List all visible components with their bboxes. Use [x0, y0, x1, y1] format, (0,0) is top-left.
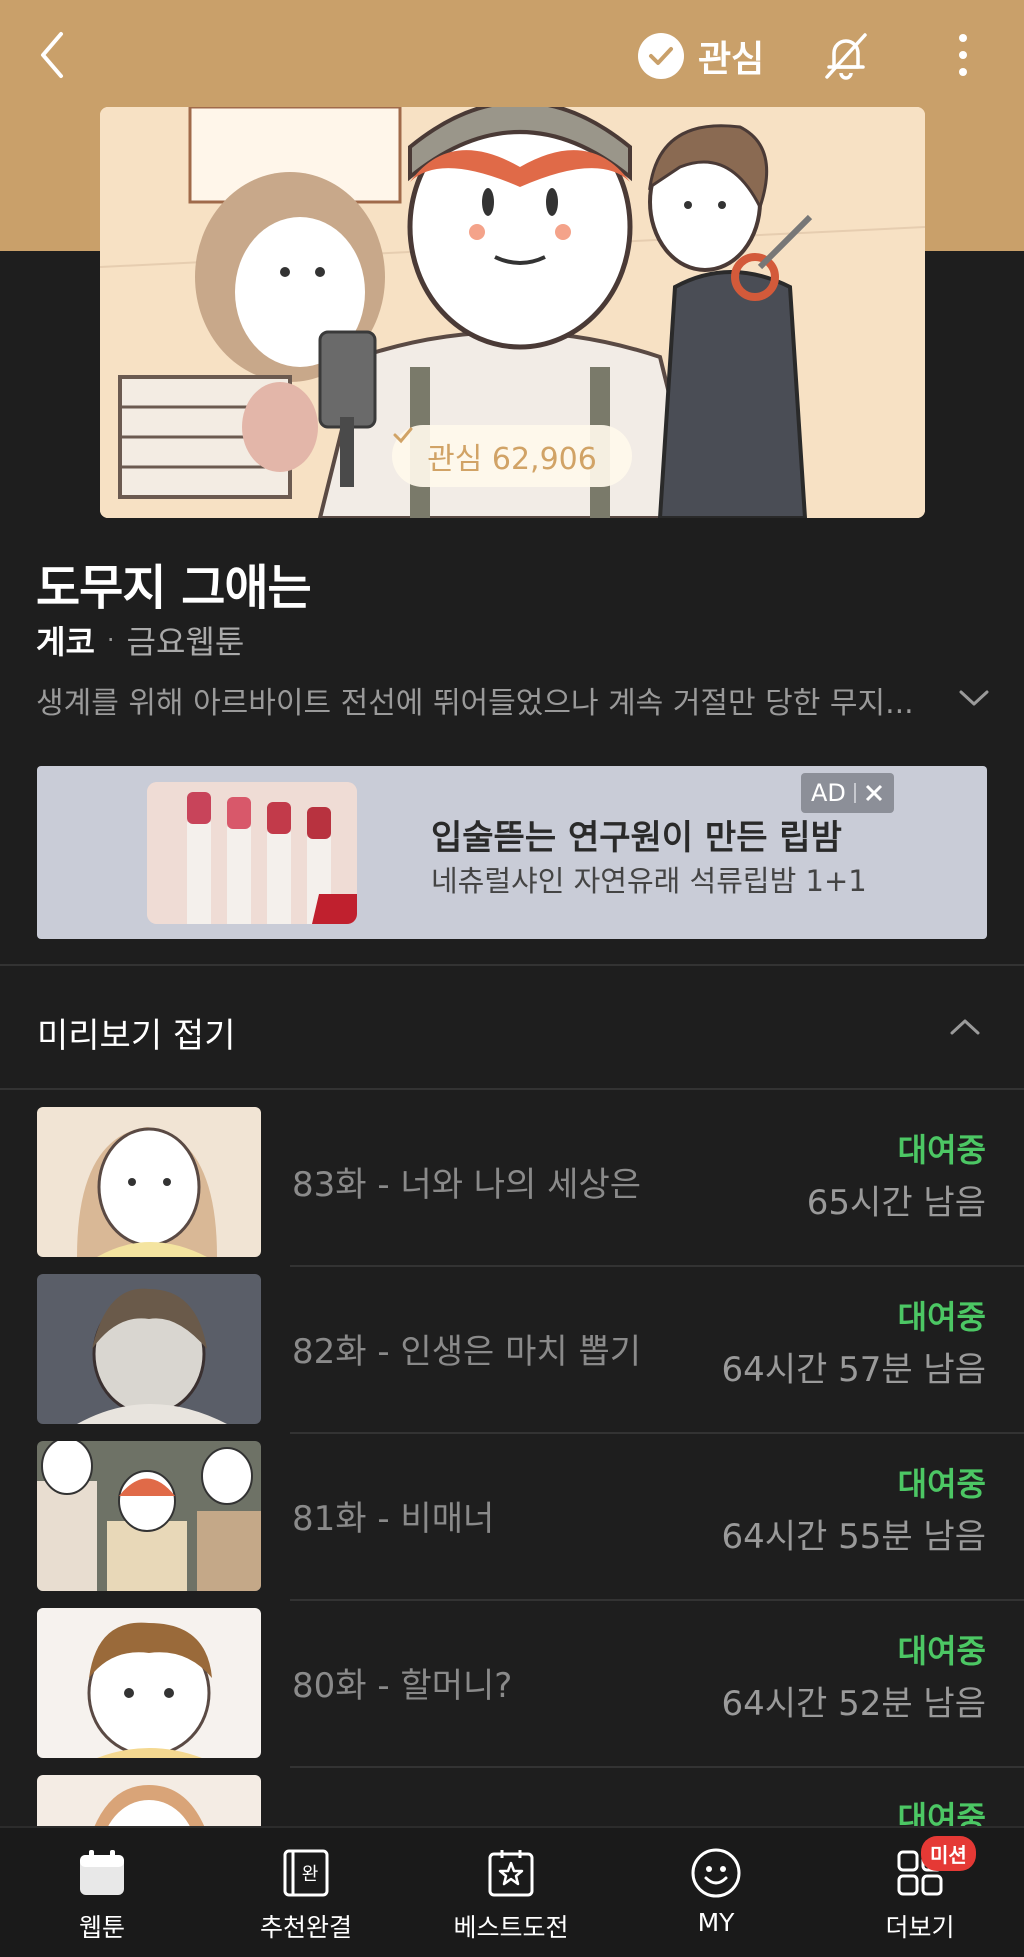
episode-row[interactable]: 80화 - 할머니? 대여중 64시간 52분 남음	[0, 1608, 1024, 1768]
more-options-button[interactable]	[948, 26, 978, 84]
ad-close-tag[interactable]: AD	[801, 773, 894, 813]
webtoon-title: 도무지 그애는	[36, 560, 312, 616]
back-button[interactable]	[30, 28, 74, 82]
synopsis-expand-button[interactable]	[952, 676, 996, 720]
nav-label: 추천완결	[259, 1913, 352, 1942]
separator	[853, 783, 856, 803]
favorite-button[interactable]: 관심	[638, 30, 764, 82]
book-complete-icon: 완	[279, 1846, 333, 1900]
cover-image: 관심 62,906	[100, 107, 925, 518]
more-dot-icon	[959, 51, 967, 59]
row-divider	[290, 1599, 1024, 1601]
episode-row[interactable]: 83화 - 너와 나의 세상은 대여중 65시간 남음	[0, 1107, 1024, 1267]
row-divider	[290, 1432, 1024, 1434]
row-divider	[290, 1265, 1024, 1267]
synopsis[interactable]: 생계를 위해 아르바이트 전선에 뛰어들었으나 계속 거절만 당한 무지...	[36, 678, 936, 722]
more-dot-icon	[959, 68, 967, 76]
preview-collapse-label[interactable]: 미리보기 접기	[37, 1008, 236, 1057]
episode-title: 81화 - 비매너	[292, 1499, 495, 1539]
preview-collapse-button[interactable]	[942, 1004, 988, 1050]
time-remaining: 64시간 52분 남음	[721, 1684, 986, 1724]
rental-status: 대여중	[897, 1632, 986, 1670]
ad-subtext: 네츄럴샤인 자연유래 석류립밤 1+1	[431, 864, 867, 898]
more-dot-icon	[959, 34, 967, 42]
calendar-icon	[75, 1846, 129, 1900]
chevron-up-icon	[950, 1019, 980, 1035]
episode-row[interactable]: 82화 - 인생은 마치 뽑기 대여중 64시간 57분 남음	[0, 1274, 1024, 1434]
favorite-label: 관심	[698, 39, 765, 80]
author-link[interactable]: 게코	[36, 617, 95, 663]
nav-label: 더보기	[885, 1913, 955, 1942]
ad-banner[interactable]: 입술뜯는 연구원이 만든 립밤 네츄럴샤인 자연유래 석류립밤 1+1 AD	[37, 766, 987, 939]
star-book-icon	[484, 1846, 538, 1900]
ad-label: AD	[811, 779, 846, 807]
mission-badge: 미션	[921, 1836, 976, 1871]
episode-title: 82화 - 인생은 마치 뽑기	[292, 1332, 642, 1372]
rental-status: 대여중	[897, 1298, 986, 1336]
ad-product-image	[147, 782, 357, 924]
nav-label: MY	[697, 1908, 735, 1937]
episode-row[interactable]: 81화 - 비매너 대여중 64시간 55분 남음	[0, 1441, 1024, 1601]
episode-thumbnail	[37, 1107, 261, 1257]
time-remaining: 65시간 남음	[806, 1183, 986, 1223]
row-divider	[290, 1766, 1024, 1768]
smiley-icon	[689, 1846, 743, 1900]
nav-my[interactable]: MY	[626, 1828, 806, 1957]
divider	[0, 964, 1024, 966]
nav-webtoon[interactable]: 웹툰	[12, 1828, 192, 1957]
episode-title: 83화 - 너와 나의 세상은	[292, 1165, 642, 1205]
ad-headline: 입술뜯는 연구원이 만든 립밤	[431, 818, 842, 858]
webtoon-meta: 게코 · 금요웹툰	[36, 617, 244, 663]
chevron-down-icon	[959, 690, 989, 706]
time-remaining: 64시간 55분 남음	[721, 1517, 986, 1557]
bell-off-icon	[825, 33, 867, 80]
grid-icon: 미션	[893, 1836, 976, 1900]
episode-thumbnail	[37, 1441, 261, 1591]
nav-best-challenge[interactable]: 베스트도전	[421, 1828, 601, 1957]
cover-favorite-count: 관심 62,906	[392, 425, 632, 487]
serial-day: 금요웹툰	[126, 623, 245, 661]
check-icon	[638, 33, 684, 79]
episode-thumbnail	[37, 1608, 261, 1758]
notification-toggle[interactable]	[818, 26, 874, 84]
episode-title: 80화 - 할머니?	[292, 1666, 513, 1706]
nav-more[interactable]: 미션 더보기	[830, 1828, 1010, 1957]
divider	[0, 1088, 1024, 1090]
nav-recommended-complete[interactable]: 완 추천완결	[216, 1828, 396, 1957]
rental-status: 대여중	[897, 1131, 986, 1169]
favorite-count-label: 관심 62,906	[427, 442, 597, 477]
bottom-navigation: 웹툰 완 추천완결 베스트도전 MY 미션 더보기	[0, 1826, 1024, 1957]
separator-dot: ·	[106, 626, 115, 654]
svg-text:완: 완	[302, 1864, 319, 1885]
nav-label: 웹툰	[78, 1913, 125, 1942]
nav-label: 베스트도전	[453, 1913, 569, 1942]
episode-thumbnail	[37, 1274, 261, 1424]
chevron-left-icon	[41, 32, 63, 78]
check-icon	[393, 427, 413, 444]
time-remaining: 64시간 57분 남음	[721, 1350, 986, 1390]
close-icon	[865, 784, 882, 802]
rental-status: 대여중	[897, 1465, 986, 1503]
top-bar: 관심	[0, 0, 1024, 110]
